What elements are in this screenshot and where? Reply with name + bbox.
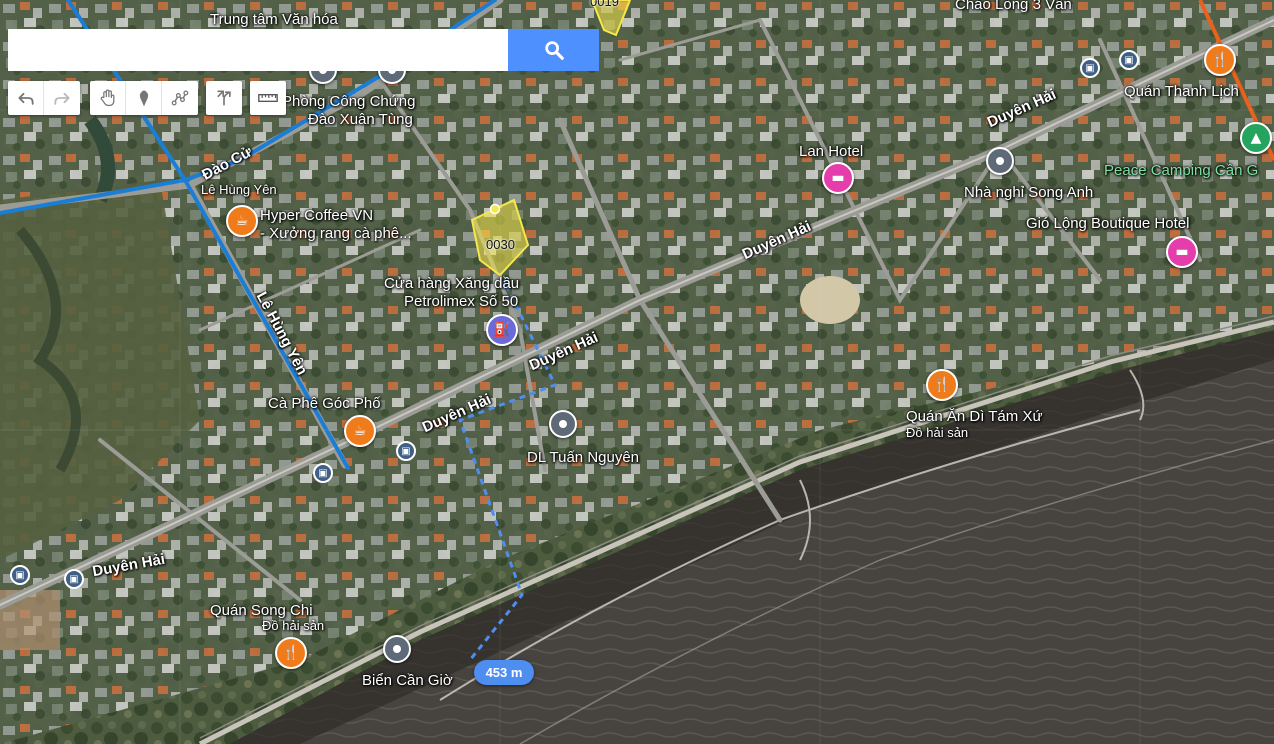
restaurant-pin-icon[interactable]: 🍴 [926, 369, 958, 401]
bus-stop-icon[interactable]: ▣ [313, 463, 333, 483]
place-label-ca-phe-goc-pho: Cà Phê Góc Phố [268, 395, 381, 412]
search-button[interactable] [508, 29, 599, 71]
place-label-hyper-coffee-sub: - Xưởng rang cà phê... [260, 225, 412, 242]
undo-icon [17, 92, 34, 105]
distance-badge: 453 m [474, 660, 534, 685]
marker-icon [139, 90, 148, 107]
hand-icon [100, 89, 114, 107]
place-sublabel-do-hai-san: Đồ hải sản [906, 425, 969, 440]
undo-button[interactable] [8, 81, 44, 115]
search-icon [544, 41, 564, 60]
place-pin-icon[interactable] [383, 635, 411, 663]
place-pin-icon[interactable] [986, 147, 1014, 175]
place-label-quan-thanh-lich: Quán Thanh Lịch [1124, 83, 1239, 100]
fuel-pin-icon[interactable]: ⛽ [486, 314, 518, 346]
route-icon [217, 90, 231, 106]
bus-stop-icon[interactable]: ▣ [1119, 50, 1139, 70]
place-label-gio-long: Gió Lộng Boutique Hotel [1026, 215, 1190, 232]
parcel-label-main: 0030 [486, 237, 515, 252]
place-label-hyper-coffee: Hyper Coffee VN [260, 207, 374, 224]
measure-toolbar [250, 81, 286, 115]
place-label-quan-an-di-tam: Quán Ăn Dì Tám Xứ [906, 408, 1043, 425]
bus-stop-icon[interactable]: ▣ [64, 569, 84, 589]
place-label-lan-hotel: Lan Hotel [799, 143, 864, 160]
redo-icon [54, 92, 70, 105]
bus-stop-icon[interactable]: ▣ [396, 441, 416, 461]
place-label-nha-nghi: Nhà nghỉ Song Anh [964, 184, 1094, 201]
parcel-label-top: 0019 [590, 0, 619, 9]
line-icon [171, 90, 189, 106]
redo-button[interactable] [44, 81, 80, 115]
draw-line-button[interactable] [162, 81, 198, 115]
hotel-pin-icon[interactable]: ▬ [1166, 236, 1198, 268]
bus-stop-icon[interactable]: ▣ [1080, 58, 1100, 78]
place-label-trung-tam: Trung tâm Văn hóa [210, 11, 338, 28]
place-label-le-hung-yen: Lê Hùng Yên [201, 182, 277, 197]
coffee-pin-icon[interactable]: ☕ [344, 415, 376, 447]
camping-pin-icon[interactable]: ▲ [1240, 122, 1272, 154]
place-label-xang-dau: Cửa hàng Xăng dầu [384, 275, 520, 292]
route-toolbar [206, 81, 242, 115]
place-label-cong-chung: Phòng Công Chứng [282, 93, 416, 110]
search-input[interactable] [8, 29, 508, 71]
directions-button[interactable] [206, 81, 242, 115]
add-marker-button[interactable] [126, 81, 162, 115]
pan-button[interactable] [90, 81, 126, 115]
place-label-bien-can-gio: Biển Cần Giờ [362, 672, 453, 689]
bus-stop-icon[interactable]: ▣ [10, 565, 30, 585]
place-label-quan-song-chi: Quán Song Chi [210, 602, 313, 619]
hotel-pin-icon[interactable]: ▬ [822, 162, 854, 194]
place-label-dl-tuan-nguyen: DL Tuấn Nguyên [527, 449, 640, 466]
place-label-chao-long: Cháo Lòng 3 Vân [955, 0, 1072, 13]
place-label-cong-chung-name: Đào Xuân Tùng [308, 111, 413, 128]
measure-button[interactable] [250, 81, 286, 115]
restaurant-pin-icon[interactable]: 🍴 [275, 637, 307, 669]
restaurant-pin-icon[interactable]: 🍴 [1204, 44, 1236, 76]
place-sublabel-do-hai-san: Đồ hải sản [262, 618, 325, 633]
coffee-pin-icon[interactable]: ☕ [226, 205, 258, 237]
place-pin-icon[interactable] [549, 410, 577, 438]
drawing-toolbar [90, 81, 198, 115]
history-toolbar [8, 81, 80, 115]
ruler-icon [258, 94, 278, 102]
place-label-xang-dau-sub: Petrolimex Số 50 [404, 293, 519, 310]
place-label-peace-camping: Peace Camping Cần G [1104, 162, 1259, 179]
